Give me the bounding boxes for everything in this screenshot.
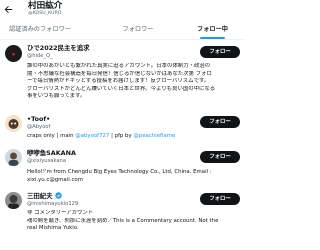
user-bio: craps only | main @abyoof727 | pfp by @p… <box>27 133 239 141</box>
user-bio: 誰の中のあかいとも繋がれた真実に迫るアカウント。日本の体制力・政治の 闇・不思議… <box>27 63 239 101</box>
user-handle[interactable]: @Abyoof <box>27 124 50 131</box>
follow-button[interactable]: フォロー <box>200 46 240 58</box>
follow-button[interactable]: フォロー <box>200 151 240 163</box>
user-name[interactable]: ひで2022民主を追求 <box>27 44 90 52</box>
user-name[interactable]: •Toof• <box>27 115 50 123</box>
user-name-text[interactable]: 三田紀夫 <box>27 192 53 200</box>
svg-text:✦: ✦ <box>11 52 16 59</box>
user-handle[interactable]: @mishimayukio129 <box>27 201 78 208</box>
mention-link[interactable]: @peachieflame <box>133 133 175 139</box>
bio-text: craps only | main <box>27 133 76 139</box>
avatar[interactable]: ✦ <box>5 45 22 62</box>
bio-line: real Mishima Yukio. <box>27 225 79 232</box>
tab-followers[interactable]: フォロワー <box>118 19 158 40</box>
user-bio: Hello!!'m from Chengdu Big Eyes Technolo… <box>27 169 239 184</box>
bio-line: グローバリストがどんどん嫌いていく日本と世界。今よりも良い国の中になる <box>27 85 216 92</box>
profile-handle: @KOSU_KURO <box>28 11 62 16</box>
active-tab-indicator <box>200 37 225 39</box>
bio-line: 闇・不思議な社会構造を毎日発信！信じるか信じないかはあなた次第 フォロ <box>27 70 212 77</box>
profile-header: 村田紘介 @KOSU_KURO <box>0 0 245 19</box>
bio-line: craps only | main @abyoof727 | pfp by @p… <box>27 133 239 141</box>
user-cell[interactable]: 咿咿鱼SAKANA @xixiyusakana フォロー Hello!!'m f… <box>0 146 245 184</box>
bio-line: 事をいつも願ってます。 <box>27 93 86 100</box>
bio-line: 誰の中のあかいとも繋がれた真実に迫るアカウント。日本の体制力・政治の <box>27 63 211 69</box>
user-cell[interactable]: •Toof• @Abyoof フォロー craps only | main @a… <box>0 113 245 143</box>
user-cell[interactable]: ✦ ひで2022民主を追求 @hide_Q_ フォロー 誰の中のあかいとも繋がれ… <box>0 42 245 111</box>
bio-line: 魂の剣を磨き、刹那に永遠を刻め／This is a Commentary acc… <box>27 217 219 224</box>
bio-line: 非 コメンタリーアカウント <box>27 210 94 216</box>
bio-text: | pfp by <box>109 133 134 139</box>
bio-line: ーで毎日情熱がドキッとする投稿をお届けします！反グローバリズムです。 <box>27 78 210 85</box>
user-name[interactable]: 咿咿鱼SAKANA <box>27 149 76 157</box>
profile-name: 村田紘介 <box>28 1 63 11</box>
avatar[interactable] <box>5 192 22 209</box>
back-arrow-icon[interactable] <box>3 4 14 15</box>
mention-link[interactable]: @abyoof727 <box>75 133 109 139</box>
user-cell[interactable]: 三田紀夫 @mishimayukio129 フォロー 非 コメンタリーアカウント… <box>0 190 245 250</box>
verified-badge-icon <box>54 192 62 199</box>
bio-line: xixi.yu.c@gmail.com <box>27 176 83 183</box>
user-bio: 非 コメンタリーアカウント 魂の剣を磨き、刹那に永遠を刻め／This is a … <box>27 210 239 233</box>
tab-verified-followers[interactable]: 認証済みのフォロワー <box>2 19 78 40</box>
user-name[interactable]: 三田紀夫 <box>27 192 62 200</box>
user-handle[interactable]: @hide_Q_ <box>27 53 53 60</box>
avatar[interactable] <box>5 115 22 132</box>
follow-button[interactable]: フォロー <box>200 193 240 205</box>
avatar[interactable] <box>5 149 22 166</box>
follow-button[interactable]: フォロー <box>200 116 240 128</box>
followers-page: 村田紘介 @KOSU_KURO 認証済みのフォロワー フォロワー フォロー中 ✦… <box>0 0 245 250</box>
bio-line: Hello!!'m from Chengdu Big Eyes Technolo… <box>27 169 212 175</box>
user-handle[interactable]: @xixiyusakana <box>27 158 66 165</box>
